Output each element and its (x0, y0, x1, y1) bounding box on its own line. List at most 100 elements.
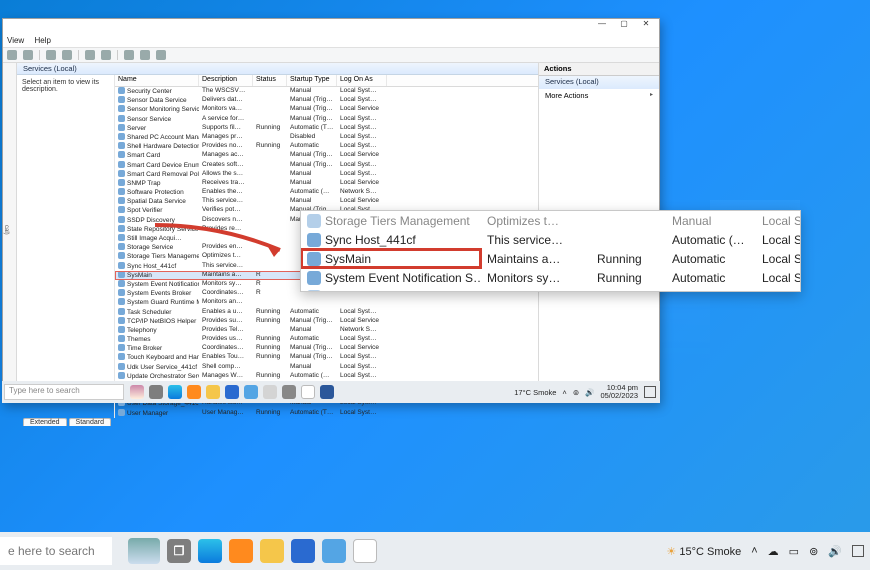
column-description[interactable]: Description (199, 75, 253, 86)
toolbar (3, 48, 659, 63)
inner-explorer-icon[interactable] (206, 385, 220, 399)
service-icon (118, 161, 125, 168)
service-row[interactable]: Shell Hardware DetectionProvides no…Runn… (115, 142, 538, 151)
tray-wifi-icon[interactable]: ⊚ (809, 545, 818, 558)
service-row[interactable]: ServerSupports fil…RunningAutomatic (T…L… (115, 124, 538, 133)
menu-bar: View Help (3, 35, 659, 48)
main-taskbar: e here to search ❐ ☀ 15°C Smoke ˄ ☁ ▭ ⊚ … (0, 532, 870, 570)
service-row[interactable]: ThemesProvides us…RunningAutomaticLocal … (115, 335, 538, 344)
service-icon (118, 188, 125, 195)
tray-volume-icon[interactable]: 🔊 (828, 545, 842, 558)
service-icon (118, 179, 125, 186)
service-icon (118, 206, 125, 213)
search-box[interactable]: e here to search (0, 537, 112, 565)
service-row[interactable]: Smart CardManages ac…Manual (Trig…Local … (115, 151, 538, 160)
tray-chevron-icon[interactable]: ˄ (751, 545, 757, 557)
service-row[interactable]: TelephonyProvides Tel…ManualNetwork S… (115, 326, 538, 335)
menu-help[interactable]: Help (34, 36, 50, 45)
tool-forward-icon[interactable] (23, 50, 33, 60)
inner-taskview-icon[interactable] (149, 385, 163, 399)
tray-battery-icon[interactable]: ▭ (789, 545, 799, 558)
service-icon (118, 409, 125, 416)
service-icon (118, 197, 125, 204)
mail-icon[interactable] (291, 539, 315, 563)
callout-cell: Local Syst… (756, 249, 801, 268)
explorer-icon[interactable] (260, 539, 284, 563)
service-row[interactable]: Udk User Service_441cfShell comp…ManualL… (115, 363, 538, 372)
inner-settings-icon[interactable] (282, 385, 296, 399)
inner-date[interactable]: 05/02/2023 (600, 391, 638, 400)
service-row[interactable]: Task SchedulerEnables a u…RunningAutomat… (115, 308, 538, 317)
tool-back-icon[interactable] (7, 50, 17, 60)
weather-widget[interactable]: ☀ 15°C Smoke (666, 545, 741, 558)
taskview-icon[interactable]: ❐ (167, 539, 191, 563)
callout-service-name: System Event Notification S… (301, 268, 481, 287)
column-name[interactable]: Name (115, 75, 199, 86)
service-icon (118, 363, 125, 370)
tool-props-icon[interactable] (46, 50, 56, 60)
close-button[interactable]: ✕ (635, 19, 657, 31)
service-row[interactable]: Time BrokerCoordinates…RunningManual (Tr… (115, 344, 538, 353)
inner-store-icon[interactable] (244, 385, 258, 399)
thumbnail-icon[interactable] (128, 538, 160, 564)
service-row[interactable]: Sensor Data ServiceDelivers dat…Manual (… (115, 96, 538, 105)
service-row[interactable]: SNMP TrapReceives tra…ManualLocal Servic… (115, 179, 538, 188)
service-row[interactable]: Update Orchestrator ServiceManages W…Run… (115, 372, 538, 381)
service-row[interactable]: Spatial Data ServiceThis service…ManualL… (115, 197, 538, 206)
maximize-button[interactable]: ▢ (613, 19, 635, 31)
tool-help-icon[interactable] (101, 50, 111, 60)
inner-word-icon[interactable] (320, 385, 334, 399)
service-icon (118, 372, 125, 379)
service-row[interactable]: Smart Card Device Enumer…Creates soft…Ma… (115, 161, 538, 170)
service-row[interactable]: TCP/IP NetBIOS HelperProvides su…Running… (115, 317, 538, 326)
inner-tray-vol-icon[interactable]: 🔊 (585, 388, 594, 397)
system-tray: ☀ 15°C Smoke ˄ ☁ ▭ ⊚ 🔊 (666, 545, 864, 558)
service-row[interactable]: Software ProtectionEnables the…Automatic… (115, 188, 538, 197)
inner-weather[interactable]: 17°C Smoke (514, 388, 556, 397)
service-icon (118, 133, 125, 140)
inner-tray-chevron-icon[interactable]: ˄ (562, 388, 566, 397)
tool-refresh-icon[interactable] (62, 50, 72, 60)
inner-notif-icon[interactable] (644, 386, 656, 398)
service-row[interactable]: Shared PC Account ManagerManages pr…Disa… (115, 133, 538, 142)
tool-export-icon[interactable] (85, 50, 95, 60)
service-row[interactable]: Security CenterThe WSCSV…ManualLocal Sys… (115, 87, 538, 96)
actions-more[interactable]: More Actions (539, 89, 659, 102)
service-icon (118, 96, 125, 103)
inner-mail-icon[interactable] (225, 385, 239, 399)
tab-extended[interactable]: Extended (23, 418, 67, 426)
firefox-icon[interactable] (229, 539, 253, 563)
tray-cloud-icon[interactable]: ☁ (768, 545, 779, 558)
service-row[interactable]: Sensor Monitoring ServiceMonitors va…Man… (115, 105, 538, 114)
tab-standard[interactable]: Standard (69, 418, 111, 426)
callout-service-name[interactable]: SysMain (301, 249, 481, 268)
notification-icon[interactable] (852, 545, 864, 557)
service-row[interactable]: Smart Card Removal PolicyAllows the s…Ma… (115, 170, 538, 179)
chrome-icon[interactable] (353, 539, 377, 563)
service-row[interactable]: User ManagerUser Manag…RunningAutomatic … (115, 409, 538, 418)
callout-cell: Maintains a… (481, 249, 591, 268)
tool-stop-icon[interactable] (140, 50, 150, 60)
menu-view[interactable]: View (7, 36, 24, 45)
zoom-callout: Storage Tiers ManagementOptimizes t…Manu… (300, 210, 801, 292)
inner-search-icon[interactable] (263, 385, 277, 399)
service-row[interactable]: Touch Keyboard and Hand…Enables Tou…Runn… (115, 353, 538, 362)
service-row[interactable]: Sensor ServiceA service for…Manual (Trig… (115, 115, 538, 124)
tool-restart-icon[interactable] (156, 50, 166, 60)
inner-search[interactable]: Type here to search (4, 384, 124, 400)
inner-chrome-icon[interactable] (301, 385, 315, 399)
inner-start-icon[interactable] (130, 385, 144, 399)
inner-firefox-icon[interactable] (187, 385, 201, 399)
column-header[interactable]: Name Description Status Startup Type Log… (115, 75, 538, 87)
tool-start-icon[interactable] (124, 50, 134, 60)
store-icon[interactable] (322, 539, 346, 563)
edge-icon[interactable] (198, 539, 222, 563)
inner-edge-icon[interactable] (168, 385, 182, 399)
inner-tray-net-icon[interactable]: ⊚ (573, 388, 579, 397)
service-row[interactable]: System Guard Runtime Mo…Monitors an… (115, 298, 538, 307)
service-icon (118, 105, 125, 112)
column-startup[interactable]: Startup Type (287, 75, 337, 86)
column-logon[interactable]: Log On As (337, 75, 387, 86)
minimize-button[interactable]: — (591, 19, 613, 31)
column-status[interactable]: Status (253, 75, 287, 86)
